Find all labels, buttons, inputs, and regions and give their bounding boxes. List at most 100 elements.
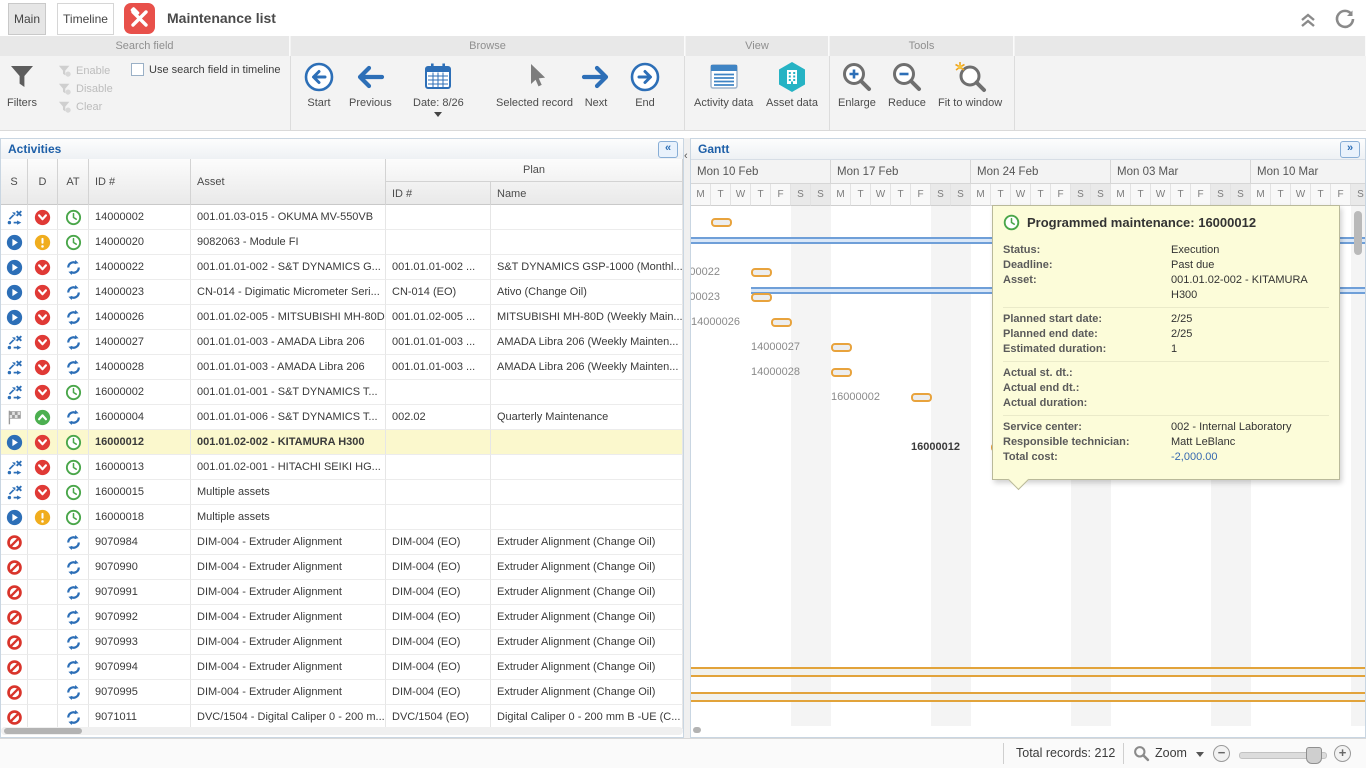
day-header: T [1031,184,1051,206]
clear-button[interactable]: Clear [58,98,113,116]
cell-at [58,680,89,705]
table-row[interactable]: 9070994DIM-004 - Extruder AlignmentDIM-0… [1,655,683,680]
tooltip-field-group: Status:ExecutionDeadline:Past dueAsset:0… [1003,239,1329,307]
table-row[interactable]: 16000018Multiple assets [1,505,683,530]
use-search-field-checkbox-row[interactable]: Use search field in timeline [131,63,280,76]
enable-button[interactable]: Enable [58,62,113,80]
previous-button[interactable]: Previous [349,60,392,109]
column-header-d[interactable]: D [28,159,58,205]
column-header-plan[interactable]: Plan [386,159,683,182]
column-header-plan-id[interactable]: ID # [386,182,491,205]
zoom-label[interactable]: Zoom [1155,746,1187,760]
reschedule-icon [6,459,23,476]
chevrons-up-icon[interactable] [1297,8,1319,30]
activity-data-button[interactable]: Activity data [694,60,753,109]
table-row[interactable]: 16000004001.01.01-006 - S&T DYNAMICS T..… [1,405,683,430]
cell-s [1,205,28,230]
gantt-bar[interactable] [831,368,852,377]
date-button[interactable]: Date: 8/26 [413,60,464,117]
selected-record-button[interactable]: Selected record [496,60,573,109]
table-row[interactable]: 16000002001.01.01-001 - S&T DYNAMICS T..… [1,380,683,405]
table-row[interactable]: 14000028001.01.01-003 - AMADA Libra 2060… [1,355,683,380]
zoom-out-button[interactable]: − [1213,745,1230,762]
activities-horizontal-scrollbar[interactable] [1,727,683,735]
gantt-bar[interactable] [751,268,772,277]
table-row[interactable]: 9070992DIM-004 - Extruder AlignmentDIM-0… [1,605,683,630]
column-header-at[interactable]: AT [58,159,89,205]
clock-icon [65,459,82,476]
gantt-bar[interactable] [751,293,772,302]
start-button[interactable]: Start [303,60,335,109]
column-header-id[interactable]: ID # [89,159,191,205]
group-view: Activity data Asset data [686,56,830,130]
cell-asset: 001.01.01-006 - S&T DYNAMICS T... [191,405,386,430]
table-row[interactable]: 9070991DIM-004 - Extruder AlignmentDIM-0… [1,580,683,605]
zoom-slider-handle[interactable] [1306,747,1322,764]
column-header-asset[interactable]: Asset [191,159,386,205]
tab-main[interactable]: Main [8,3,46,35]
cell-plan_id: DIM-004 (EO) [386,680,491,705]
end-button[interactable]: End [629,60,661,109]
scrollbar-thumb[interactable] [4,728,82,734]
table-row[interactable]: 16000015Multiple assets [1,480,683,505]
tab-timeline[interactable]: Timeline [57,3,114,35]
fit-to-window-button[interactable]: Fit to window [938,60,1002,109]
cell-plan_name: Extruder Alignment (Change Oil) [491,530,683,555]
filters-button[interactable]: Filters [6,60,38,109]
table-row[interactable]: 14000026001.01.02-005 - MITSUBISHI MH-80… [1,305,683,330]
gantt-bar[interactable] [771,318,792,327]
clock-icon [65,434,82,451]
cell-s [1,605,28,630]
collapse-activities-button[interactable]: « [658,141,678,158]
day-header: S [1071,184,1091,206]
day-header: M [691,184,711,206]
tooltip-field-value: 001.01.02-002 - KITAMURA H300 [1171,273,1329,303]
disable-button[interactable]: Disable [58,80,113,98]
table-row[interactable]: 9070984DIM-004 - Extruder AlignmentDIM-0… [1,530,683,555]
table-row[interactable]: 16000013001.01.02-001 - HITACHI SEIKI HG… [1,455,683,480]
cell-id: 14000020 [89,230,191,255]
gantt-vertical-scrollbar[interactable] [1354,211,1362,255]
gantt-bar[interactable] [911,393,932,402]
reduce-button[interactable]: Reduce [888,60,926,109]
table-row[interactable]: 9070990DIM-004 - Extruder AlignmentDIM-0… [1,555,683,580]
gantt-bar[interactable] [831,343,852,352]
table-row[interactable]: 16000012001.01.02-002 - KITAMURA H300 [1,430,683,455]
gantt-span-bar-orange[interactable] [691,667,1366,677]
enlarge-button[interactable]: Enlarge [838,60,876,109]
group-title-tools: Tools [830,36,1014,56]
gantt-bar[interactable] [711,218,732,227]
cell-s [1,430,28,455]
expand-gantt-button[interactable]: » [1340,141,1360,158]
next-button[interactable]: Next [579,60,613,109]
maintenance-hammer-icon [124,3,155,34]
splitter-collapse-icon[interactable]: ‹ [684,150,688,162]
zoom-dropdown-caret-icon[interactable] [1196,752,1204,757]
column-header-s[interactable]: S [1,159,28,205]
refresh-icon[interactable] [1333,8,1355,30]
gantt-horizontal-scrollbar[interactable] [693,727,701,733]
cell-plan_name [491,430,683,455]
cell-asset: 001.01.01-003 - AMADA Libra 206 [191,330,386,355]
gantt-span-bar-orange[interactable] [691,692,1366,702]
table-row[interactable]: 14000002001.01.03-015 - OKUMA MV-550VB [1,205,683,230]
week-header: Mon 24 Feb [971,160,1111,184]
table-row[interactable]: 9070993DIM-004 - Extruder AlignmentDIM-0… [1,630,683,655]
zoom-in-button[interactable]: + [1334,745,1351,762]
table-row[interactable]: 14000027001.01.01-003 - AMADA Libra 2060… [1,330,683,355]
table-row[interactable]: 14000022001.01.01-002 - S&T DYNAMICS G..… [1,255,683,280]
cell-id: 14000027 [89,330,191,355]
table-row[interactable]: 9070995DIM-004 - Extruder AlignmentDIM-0… [1,680,683,705]
column-header-plan-name[interactable]: Name [491,182,683,205]
day-header: F [911,184,931,206]
zoom-slider[interactable] [1239,752,1327,759]
cell-s [1,530,28,555]
checkbox-icon[interactable] [131,63,144,76]
asset-data-button[interactable]: Asset data [766,60,818,109]
tooltip-field: Total cost:-2,000.00 [1003,450,1329,465]
cell-s [1,630,28,655]
table-row[interactable]: 140000209082063 - Module FI [1,230,683,255]
table-row[interactable]: 14000023CN-014 - Digimatic Micrometer Se… [1,280,683,305]
table-row[interactable]: 9071011DVC/1504 - Digital Caliper 0 - 20… [1,705,683,729]
group-search-field: Filters Enable Disable Clear Use search … [0,56,291,130]
